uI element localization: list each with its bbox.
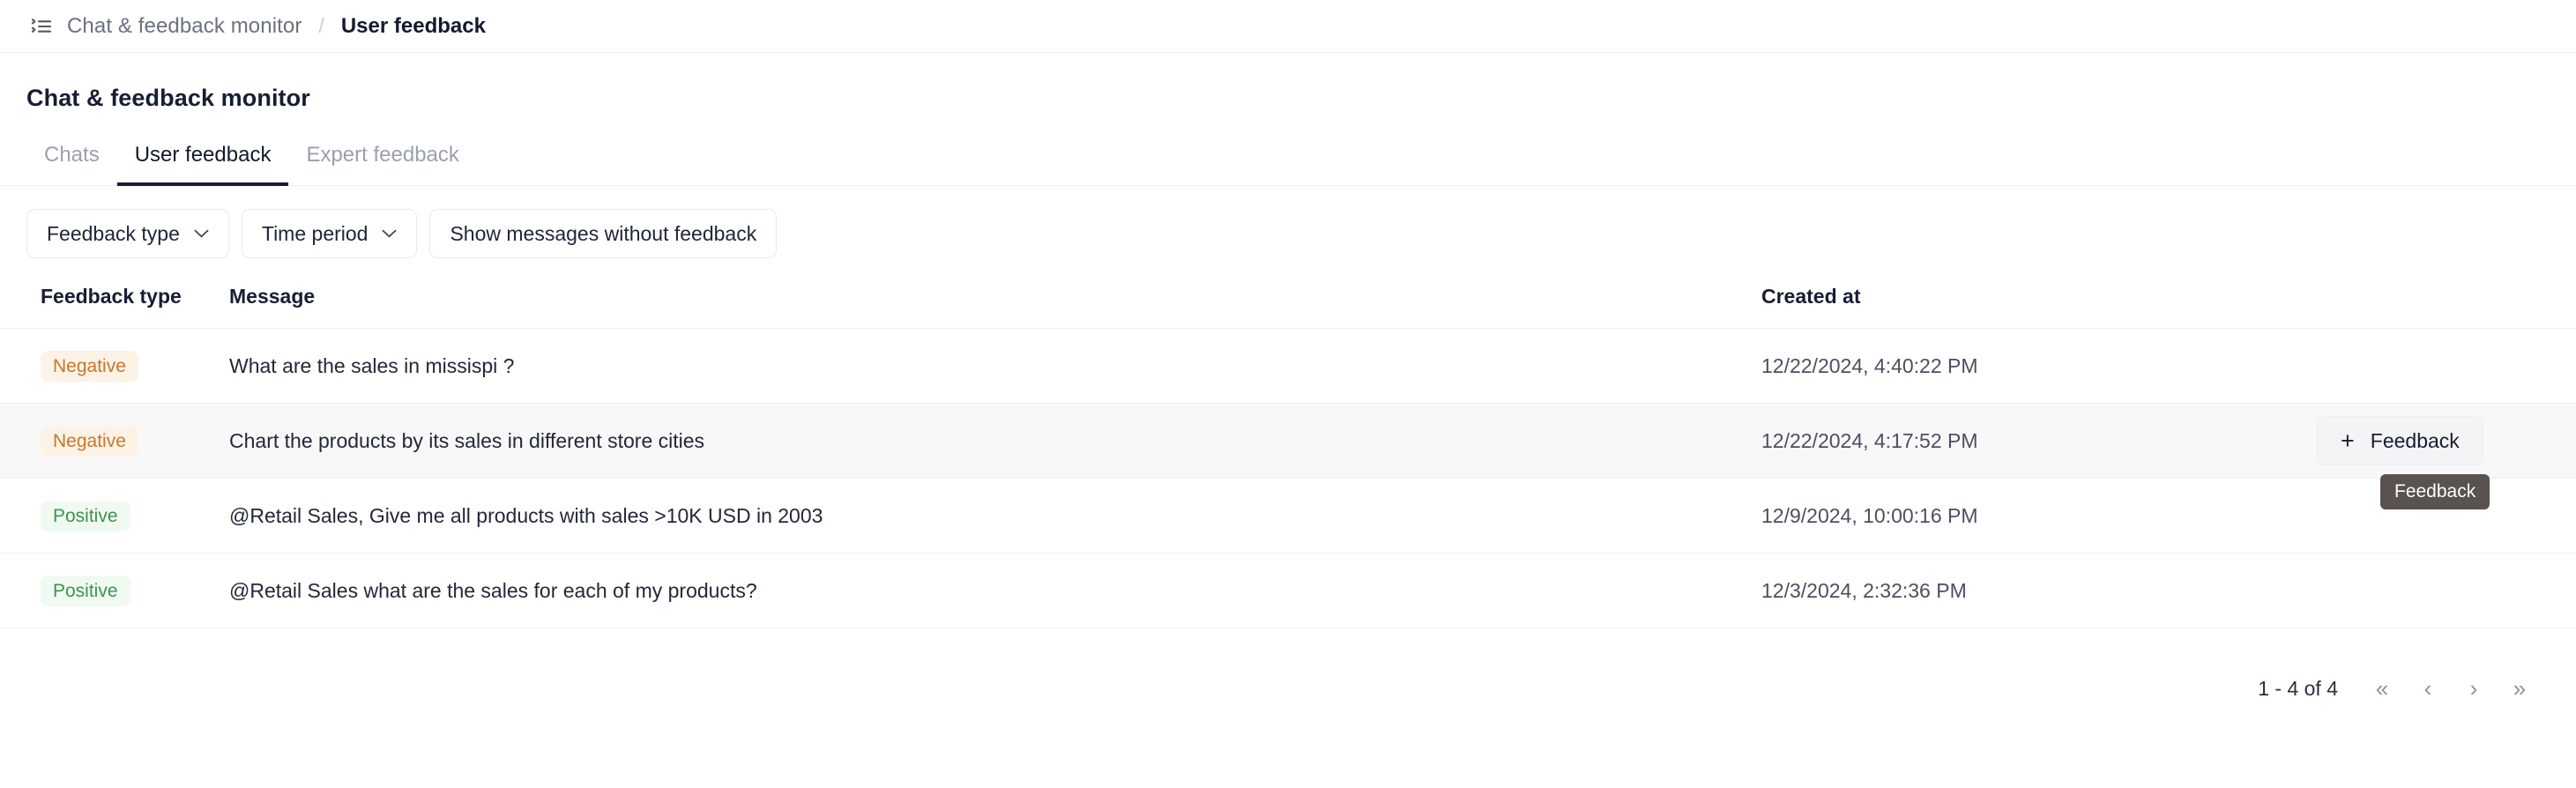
breadcrumb-parent-link[interactable]: Chat & feedback monitor — [67, 14, 302, 39]
previous-page-button[interactable]: ‹ — [2405, 665, 2451, 711]
list-menu-icon[interactable] — [26, 11, 56, 41]
cell-feedback-type: Positive — [0, 479, 229, 554]
cell-created-at: 12/22/2024, 4:40:22 PM — [1761, 353, 1978, 377]
add-feedback-label: Feedback — [2370, 428, 2460, 452]
message-text: What are the sales in missispi ? — [229, 353, 515, 377]
message-text: Chart the products by its sales in diffe… — [229, 428, 705, 452]
cell-feedback-type: Negative — [0, 329, 229, 404]
tab-expert-feedback[interactable]: Expert feedback — [288, 143, 476, 186]
cell-created-at: 12/9/2024, 10:00:16 PM — [1761, 503, 1978, 527]
cell-feedback-type: Negative — [0, 404, 229, 479]
page-range-label: 1 - 4 of 4 — [2258, 676, 2338, 700]
cell-actions — [2285, 479, 2576, 554]
filter-time-period-button[interactable]: Time period — [241, 209, 418, 258]
next-page-button[interactable]: › — [2451, 665, 2497, 711]
cell-feedback-type: Positive — [0, 554, 229, 628]
filter-bar: Feedback type Time period Show messages … — [0, 186, 2576, 258]
breadcrumb: Chat & feedback monitor / User feedback — [0, 0, 2576, 53]
cell-message: Chart the products by its sales in diffe… — [229, 404, 1738, 479]
column-header-actions — [2285, 285, 2576, 329]
filter-time-period-label: Time period — [261, 221, 369, 245]
cell-actions — [2285, 554, 2576, 628]
message-text: @Retail Sales what are the sales for eac… — [229, 578, 757, 602]
tab-user-feedback[interactable]: User feedback — [116, 143, 289, 186]
table-row[interactable]: Positive @Retail Sales, Give me all prod… — [0, 479, 2576, 554]
plus-icon: + — [2341, 427, 2355, 454]
last-page-button[interactable]: » — [2497, 665, 2542, 711]
tab-chats[interactable]: Chats — [26, 143, 117, 186]
pagination: 1 - 4 of 4 « ‹ › » — [0, 628, 2576, 711]
table-row[interactable]: Negative Chart the products by its sales… — [0, 403, 2576, 509]
status-badge: Positive — [41, 500, 130, 532]
cell-message: @Retail Sales, Give me all products with… — [229, 479, 1738, 554]
show-messages-without-feedback-button[interactable]: Show messages without feedback — [429, 209, 778, 258]
cell-actions — [2285, 329, 2576, 404]
table-header-row: Feedback type Message Created at — [0, 285, 2576, 329]
filter-feedback-type-label: Feedback type — [47, 221, 180, 245]
table-row[interactable]: Positive @Retail Sales what are the sale… — [0, 554, 2576, 628]
column-header-created-at[interactable]: Created at — [1738, 285, 2285, 329]
cell-created-at: 12/3/2024, 2:32:36 PM — [1761, 578, 1967, 602]
cell-actions: + Feedback Feedback — [2285, 404, 2576, 509]
column-header-message[interactable]: Message — [229, 285, 1738, 329]
cell-message: @Retail Sales what are the sales for eac… — [229, 554, 1738, 628]
first-page-button[interactable]: « — [2359, 665, 2405, 711]
status-badge: Positive — [41, 575, 130, 606]
breadcrumb-separator: / — [318, 14, 324, 37]
breadcrumb-current: User feedback — [340, 13, 486, 38]
chevron-down-icon — [382, 229, 397, 238]
status-badge: Negative — [41, 425, 138, 457]
cell-message: What are the sales in missispi ? — [229, 329, 1738, 404]
message-text: @Retail Sales, Give me all products with… — [229, 503, 823, 527]
add-feedback-button[interactable]: + Feedback — [2317, 416, 2483, 465]
column-header-feedback-type[interactable]: Feedback type — [0, 285, 229, 329]
chevron-down-icon — [194, 229, 209, 238]
table-row[interactable]: Negative What are the sales in missispi … — [0, 329, 2576, 404]
tab-bar: Chats User feedback Expert feedback — [0, 133, 2576, 186]
page-title: Chat & feedback monitor — [26, 85, 310, 111]
status-badge: Negative — [41, 350, 138, 382]
cell-created-at: 12/22/2024, 4:17:52 PM — [1761, 428, 1978, 452]
feedback-table: Feedback type Message Created at Negativ… — [0, 285, 2576, 628]
filter-feedback-type-button[interactable]: Feedback type — [26, 209, 229, 258]
